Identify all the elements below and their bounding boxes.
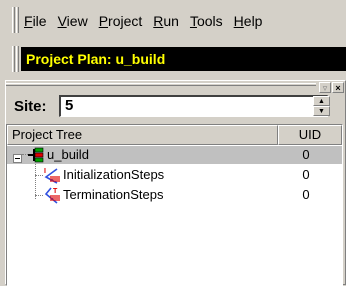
- tree-item-uid: 0: [302, 147, 310, 162]
- spin-down-icon[interactable]: ▼: [313, 106, 330, 116]
- site-input[interactable]: 5: [59, 95, 328, 117]
- step-branch-icon: T: [43, 186, 61, 209]
- panel-caption-bar: ▿ ×: [6, 81, 346, 93]
- menu-run[interactable]: Run: [153, 13, 179, 29]
- svg-text:T: T: [53, 188, 58, 195]
- menu-help[interactable]: Help: [234, 13, 263, 29]
- tree-row[interactable]: T TerminationSteps 0: [7, 186, 342, 204]
- title-bar: Project Plan: u_build: [0, 44, 346, 74]
- project-plan-title: Project Plan: u_build: [21, 47, 346, 71]
- menu-tools[interactable]: Tools: [190, 13, 223, 29]
- spin-up-icon[interactable]: ▲: [313, 96, 330, 106]
- site-spinner[interactable]: ▲ ▼: [313, 96, 330, 116]
- toolbar-grip[interactable]: [16, 7, 19, 33]
- svg-text:I: I: [44, 168, 46, 175]
- tree-row[interactable]: I InitializationSteps 0: [7, 166, 342, 184]
- toolbar-grip[interactable]: [12, 46, 15, 72]
- column-uid[interactable]: UID: [278, 125, 342, 145]
- menu-file[interactable]: File: [24, 13, 47, 29]
- tree-item-label: u_build: [47, 147, 89, 162]
- project-tree-panel: ▿ × Site: 5 ▲ ▼ Project Tree UID u_build…: [5, 80, 346, 286]
- site-label: Site:: [14, 97, 47, 115]
- restore-icon[interactable]: ▿: [319, 82, 331, 93]
- menu-project[interactable]: Project: [99, 13, 143, 29]
- tree-header: Project Tree UID: [7, 125, 342, 145]
- menu-items: File View Project Run Tools Help: [24, 13, 262, 29]
- panel-grip[interactable]: [6, 83, 316, 86]
- tree-row[interactable]: u_build 0: [7, 146, 342, 164]
- toolbar-grip[interactable]: [12, 7, 15, 33]
- tree-item-label: TerminationSteps: [63, 187, 164, 202]
- menu-view[interactable]: View: [58, 13, 88, 29]
- project-tree-icon: [28, 147, 44, 168]
- tree-item-uid: 0: [302, 187, 310, 202]
- menu-bar: File View Project Run Tools Help: [0, 0, 346, 40]
- close-icon[interactable]: ×: [332, 82, 344, 93]
- column-project-tree[interactable]: Project Tree: [7, 125, 278, 145]
- tree-item-uid: 0: [302, 167, 310, 182]
- tree-item-label: InitializationSteps: [63, 167, 165, 182]
- project-tree[interactable]: Project Tree UID u_build 0 I Initializat…: [6, 124, 343, 286]
- toolbar-grip[interactable]: [16, 46, 19, 72]
